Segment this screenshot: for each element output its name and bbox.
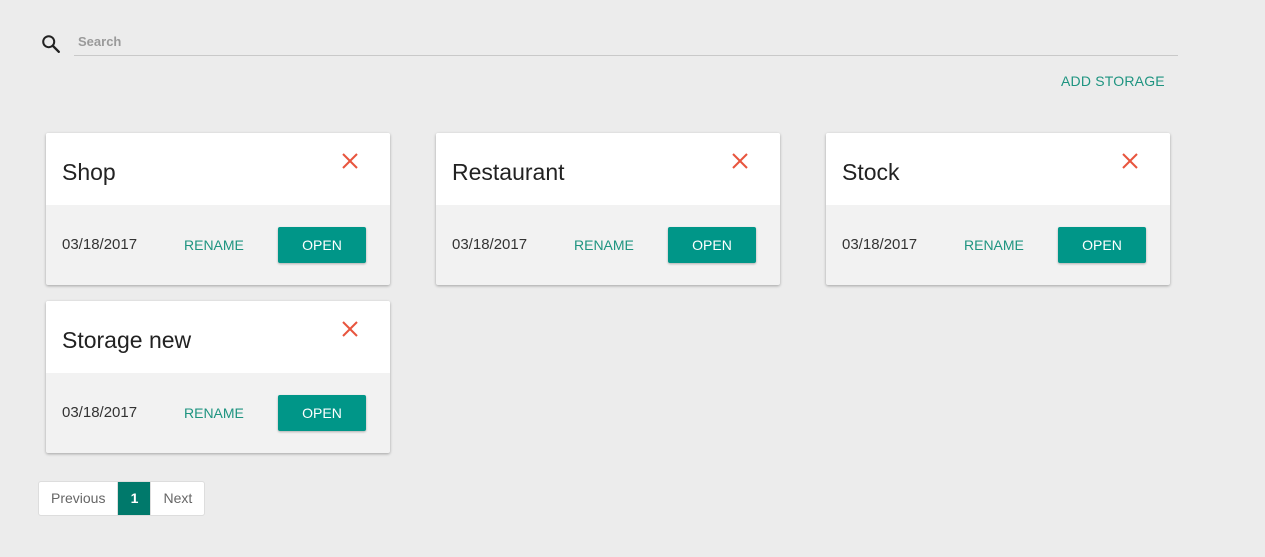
card-date: 03/18/2017 <box>62 404 138 421</box>
card-date: 03/18/2017 <box>842 236 918 253</box>
open-button[interactable]: OPEN <box>278 395 366 431</box>
rename-button[interactable]: RENAME <box>954 235 1034 255</box>
pagination: Previous 1 Next <box>38 481 206 516</box>
card-title: Storage new <box>62 327 192 353</box>
storage-card: Restaurant 03/18/2017 RENAME OPEN <box>436 133 780 285</box>
close-icon[interactable] <box>1120 151 1140 171</box>
close-icon[interactable] <box>340 151 360 171</box>
card-header: Storage new <box>46 301 390 373</box>
card-title: Shop <box>62 159 116 185</box>
rename-button[interactable]: RENAME <box>174 403 254 423</box>
add-storage-button[interactable]: ADD STORAGE <box>1052 70 1174 92</box>
search-bar <box>40 26 1180 58</box>
current-page-button[interactable]: 1 <box>118 482 151 515</box>
close-icon[interactable] <box>340 319 360 339</box>
card-header: Shop <box>46 133 390 205</box>
card-date: 03/18/2017 <box>62 236 138 253</box>
card-header: Restaurant <box>436 133 780 205</box>
card-title: Restaurant <box>452 159 565 185</box>
open-button[interactable]: OPEN <box>278 227 366 263</box>
open-button[interactable]: OPEN <box>1058 227 1146 263</box>
next-page-button[interactable]: Next <box>150 482 204 515</box>
search-icon[interactable] <box>40 33 62 55</box>
card-title: Stock <box>842 159 900 185</box>
rename-button[interactable]: RENAME <box>174 235 254 255</box>
rename-button[interactable]: RENAME <box>564 235 644 255</box>
card-header: Stock <box>826 133 1170 205</box>
storage-card: Shop 03/18/2017 RENAME OPEN <box>46 133 390 285</box>
card-date: 03/18/2017 <box>452 236 528 253</box>
storage-card: Stock 03/18/2017 RENAME OPEN <box>826 133 1170 285</box>
open-button[interactable]: OPEN <box>668 227 756 263</box>
search-input[interactable] <box>74 26 1178 56</box>
storage-card: Storage new 03/18/2017 RENAME OPEN <box>46 301 390 453</box>
previous-page-button[interactable]: Previous <box>39 482 119 515</box>
close-icon[interactable] <box>730 151 750 171</box>
